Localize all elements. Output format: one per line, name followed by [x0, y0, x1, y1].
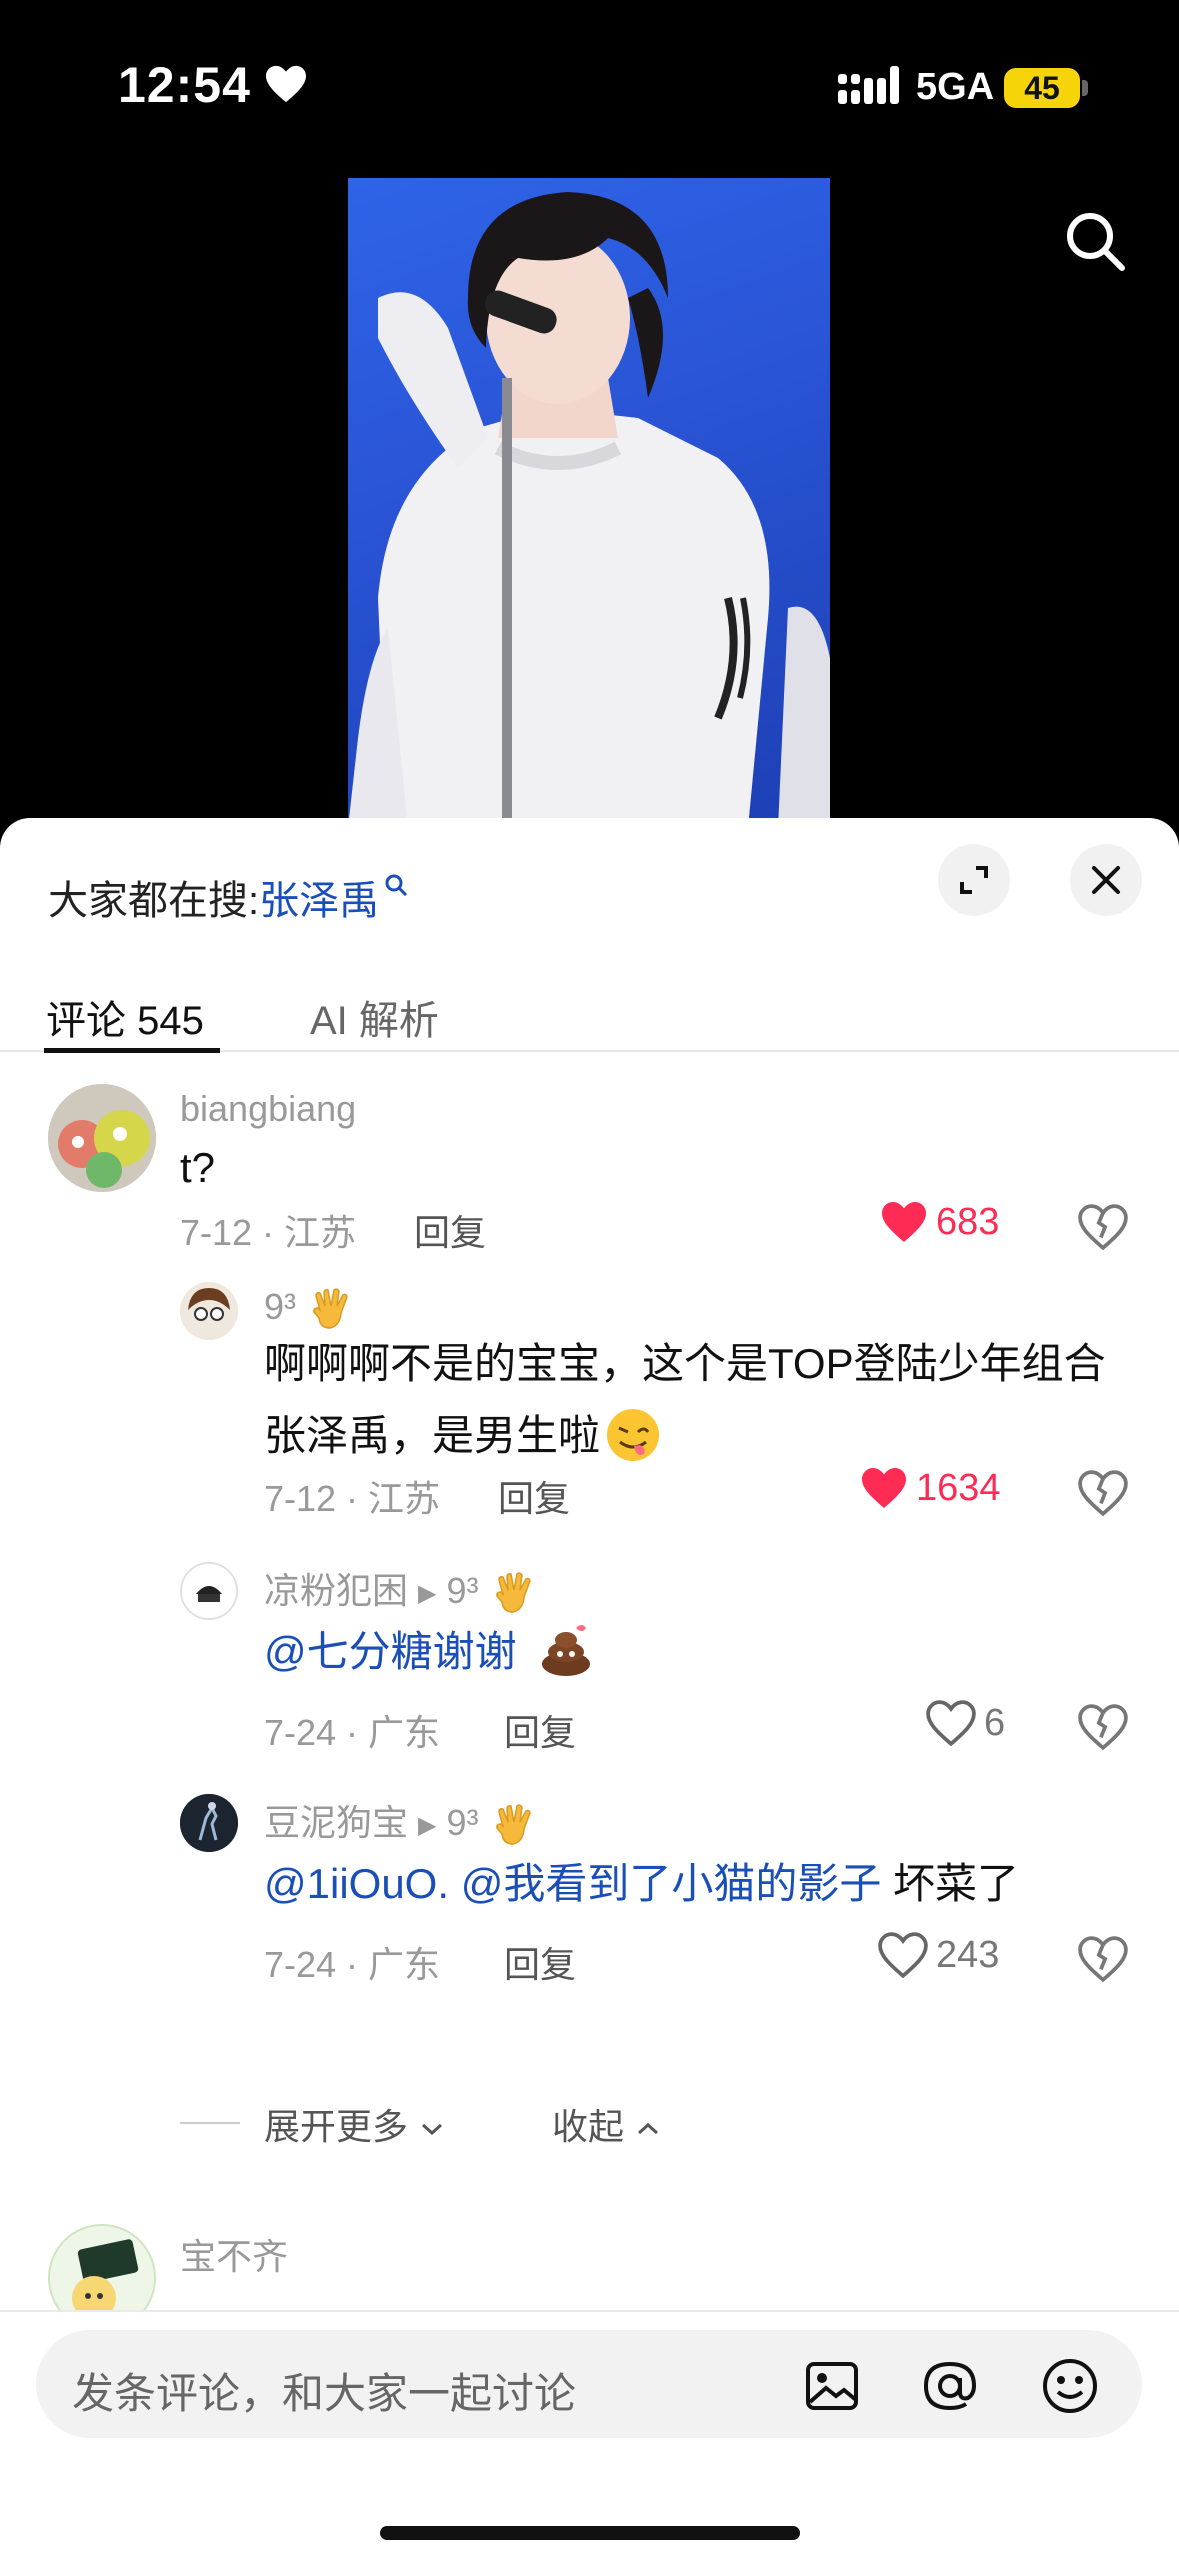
emoji-icon[interactable] — [1040, 2356, 1100, 2416]
close-button[interactable] — [1070, 844, 1142, 916]
reply-button[interactable]: 回复 — [498, 1470, 570, 1522]
heart-outline-icon — [926, 1700, 976, 1746]
avatar-image — [180, 1794, 238, 1852]
avatar[interactable] — [48, 2224, 156, 2314]
reply-username[interactable]: 9³ — [264, 1286, 356, 1332]
reply-date-location: 7-24 · 广东 — [264, 1944, 441, 1985]
mention-link[interactable]: @七分糖谢谢 — [264, 1628, 517, 1675]
tab-bar: 评论 545 AI 解析 — [0, 968, 1179, 1053]
comment-input-bar: 发条评论，和大家一起讨论 — [0, 2310, 1179, 2556]
reply-button[interactable]: 回复 — [504, 1936, 576, 1988]
comment-date-location: 7-12 · 江苏 — [180, 1212, 357, 1253]
avatar-image — [182, 1564, 236, 1618]
avatar-image — [48, 1084, 156, 1192]
search-icon[interactable] — [1060, 206, 1132, 278]
reply-username-text: 豆泥狗宝 — [264, 1802, 409, 1843]
expand-more-label: 展开更多 — [264, 2106, 409, 2147]
battery-tip — [1082, 80, 1088, 96]
search-icon — [385, 874, 408, 897]
network-label: 5GA — [916, 66, 995, 108]
dislike-icon[interactable] — [1078, 1202, 1128, 1252]
collapse-label: 收起 — [552, 2106, 625, 2147]
heart-filled-icon — [882, 1202, 926, 1242]
comment-list[interactable]: biangbiang t? 7-12 · 江苏 回复 683 9³ 啊啊啊不是的… — [0, 1054, 1179, 2314]
close-icon — [1092, 866, 1120, 894]
video-player[interactable] — [0, 170, 1179, 828]
reply-text: @1iiOuO. @我看到了小猫的影子 坏菜了 — [264, 1848, 1019, 1920]
avatar[interactable] — [180, 1794, 238, 1852]
reply-text-content: 啊啊啊不是的宝宝，这个是TOP登陆少年组合张泽禹，是男生啦 — [264, 1340, 1106, 1459]
reply-button[interactable]: 回复 — [504, 1704, 576, 1756]
like-count: 243 — [936, 1933, 1000, 1976]
fullscreen-button[interactable] — [938, 844, 1010, 916]
reply-date-location: 7-24 · 广东 — [264, 1712, 441, 1753]
expand-more-button[interactable]: 展开更多 — [264, 2098, 446, 2150]
like-button[interactable]: 6 — [926, 1700, 1005, 1746]
chevron-up-icon — [638, 2122, 659, 2135]
reply-button[interactable]: 回复 — [414, 1204, 486, 1256]
tongue-emoji-icon — [607, 1408, 660, 1461]
reply-text: @七分糖谢谢 — [264, 1616, 596, 1688]
avatar[interactable] — [180, 1562, 238, 1620]
like-button[interactable]: 683 — [880, 1200, 999, 1244]
reply-username-text: 凉粉犯困 — [264, 1570, 409, 1611]
vulcan-hand-icon — [495, 1804, 531, 1846]
image-icon[interactable] — [802, 2356, 862, 2416]
dislike-icon[interactable] — [1078, 1468, 1128, 1518]
comment-username[interactable]: biangbiang — [180, 1088, 356, 1130]
thread-divider — [180, 2122, 240, 2124]
reply-text-content: 坏菜了 — [881, 1860, 1019, 1907]
collapse-button[interactable]: 收起 — [552, 2098, 662, 2150]
reply-target: 9³ — [446, 1802, 479, 1843]
reply-username-text: 9³ — [264, 1286, 297, 1327]
heart-icon — [266, 65, 306, 103]
dislike-icon[interactable] — [1078, 1702, 1128, 1752]
expand-icon — [960, 866, 988, 894]
trending-prefix: 大家都在搜: — [48, 879, 260, 923]
avatar-image — [50, 2226, 154, 2314]
performer-image — [348, 192, 830, 828]
tab-ai-analysis[interactable]: AI 解析 — [310, 988, 439, 1046]
chevron-down-icon — [422, 2123, 443, 2136]
trending-search[interactable]: 大家都在搜:张泽禹 — [48, 868, 409, 926]
comment-input-placeholder: 发条评论，和大家一起讨论 — [72, 2370, 577, 2417]
reply-username[interactable]: 豆泥狗宝 ▶ 9³ — [264, 1794, 539, 1848]
mention-link[interactable]: @1iiOuO. @我看到了小猫的影子 — [264, 1860, 881, 1907]
tab-comments[interactable]: 评论 545 — [46, 988, 204, 1046]
like-count: 683 — [936, 1200, 1000, 1243]
reply-arrow-icon: ▶ — [418, 1579, 437, 1607]
poop-emoji-icon — [542, 1624, 591, 1676]
signal-icon — [838, 66, 899, 104]
home-indicator — [380, 2526, 800, 2540]
comment-username[interactable]: 宝不齐 — [180, 2228, 288, 2280]
video-frame[interactable] — [348, 178, 830, 828]
avatar[interactable] — [180, 1282, 238, 1340]
heart-outline-icon — [878, 1932, 928, 1978]
battery-indicator: 45 — [1004, 68, 1080, 108]
status-bar: 12:54 5GA 45 — [0, 0, 1179, 170]
comment-sheet: 大家都在搜:张泽禹 评论 545 AI 解析 biangbiang t? 7-1… — [0, 818, 1179, 2556]
like-button[interactable]: 1634 — [860, 1466, 1001, 1510]
comment-text: t? — [180, 1144, 216, 1191]
avatar[interactable] — [48, 1084, 156, 1192]
like-button[interactable]: 243 — [878, 1932, 999, 1978]
mention-icon[interactable] — [920, 2356, 980, 2416]
vulcan-hand-icon — [495, 1572, 531, 1614]
trending-keyword[interactable]: 张泽禹 — [259, 879, 379, 923]
reply-date-location: 7-12 · 江苏 — [264, 1478, 441, 1519]
vulcan-hand-icon — [313, 1288, 348, 1330]
reply-username[interactable]: 凉粉犯困 ▶ 9³ — [264, 1562, 539, 1616]
tab-active-indicator — [44, 1048, 220, 1053]
like-count: 6 — [984, 1701, 1006, 1744]
reply-text: 啊啊啊不是的宝宝，这个是TOP登陆少年组合张泽禹，是男生啦 — [264, 1328, 1124, 1472]
reply-arrow-icon: ▶ — [418, 1811, 437, 1839]
heart-filled-icon — [862, 1468, 906, 1508]
dislike-icon[interactable] — [1078, 1934, 1128, 1984]
like-count: 1634 — [916, 1466, 1001, 1509]
avatar-image — [180, 1282, 238, 1340]
status-time: 12:54 — [118, 57, 251, 113]
reply-target: 9³ — [446, 1570, 479, 1611]
comment-input[interactable]: 发条评论，和大家一起讨论 — [36, 2330, 1142, 2438]
